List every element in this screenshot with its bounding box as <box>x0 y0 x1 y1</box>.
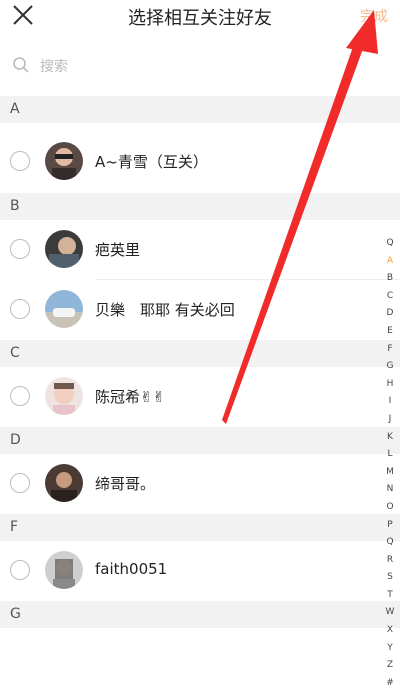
index-letter[interactable]: H <box>383 376 397 394</box>
page-title: 选择相互关注好友 <box>128 8 272 29</box>
contact-name: faith0051 <box>95 560 168 578</box>
list-item[interactable]: faith0051 <box>0 541 400 601</box>
avatar <box>45 377 83 415</box>
index-letter[interactable]: M <box>383 464 397 482</box>
select-radio[interactable] <box>10 386 30 406</box>
section-header-c: C <box>0 340 400 367</box>
index-letter[interactable]: G <box>383 358 397 376</box>
list-item[interactable]: 陈冠希✌✌ <box>0 367 400 427</box>
index-letter[interactable]: R <box>383 552 397 570</box>
section-header-d: D <box>0 427 400 454</box>
index-letter[interactable]: I <box>383 393 397 411</box>
select-radio[interactable] <box>10 560 30 580</box>
index-letter[interactable]: F <box>383 341 397 359</box>
search-icon <box>13 57 29 73</box>
index-letter[interactable]: P <box>383 517 397 535</box>
done-button[interactable]: 完成 <box>360 6 388 26</box>
select-radio[interactable] <box>10 151 30 171</box>
section-header-f: F <box>0 514 400 541</box>
search-input[interactable]: 搜索 <box>40 56 68 76</box>
index-letter[interactable]: Q <box>383 534 397 552</box>
section-header-a: A <box>0 96 400 123</box>
avatar <box>45 551 83 589</box>
section-header-b: B <box>0 193 400 220</box>
select-radio[interactable] <box>10 299 30 319</box>
index-letter[interactable]: X <box>383 622 397 640</box>
contact-name: 缔哥哥。 <box>95 475 156 493</box>
list-item[interactable]: 缔哥哥。 <box>0 454 400 514</box>
index-letter[interactable]: L <box>383 446 397 464</box>
index-letter[interactable]: B <box>383 270 397 288</box>
index-letter[interactable]: C <box>383 288 397 306</box>
index-letter[interactable]: N <box>383 481 397 499</box>
list-item[interactable]: 疤英里 <box>0 220 400 280</box>
avatar <box>45 230 83 268</box>
contact-name: 陈冠希✌✌ <box>95 388 166 406</box>
index-letter[interactable]: O <box>383 499 397 517</box>
index-letter[interactable]: S <box>383 569 397 587</box>
section-header-g: G <box>0 601 400 628</box>
index-letter[interactable]: Y <box>383 640 397 658</box>
index-letter[interactable]: W <box>383 604 397 622</box>
select-radio[interactable] <box>10 239 30 259</box>
avatar <box>45 142 83 180</box>
alphabet-index[interactable]: Q A B C D E F G H I J K L M N O P Q R S … <box>383 235 397 692</box>
list-item[interactable]: 贝樂 耶耶 有关必回 <box>0 280 400 340</box>
index-letter[interactable]: D <box>383 305 397 323</box>
contact-name: A~青雪（互关） <box>95 153 208 171</box>
index-letter[interactable]: J <box>383 411 397 429</box>
index-letter[interactable]: A <box>383 253 397 271</box>
index-letter[interactable]: Z <box>383 657 397 675</box>
select-radio[interactable] <box>10 473 30 493</box>
index-search-icon[interactable]: Q <box>383 235 397 253</box>
contact-name: 疤英里 <box>95 241 141 259</box>
index-letter[interactable]: T <box>383 587 397 605</box>
list-item[interactable]: A~青雪（互关） <box>0 132 400 192</box>
index-letter[interactable]: # <box>383 675 397 692</box>
index-letter[interactable]: K <box>383 429 397 447</box>
header: 选择相互关注好友 完成 <box>0 0 400 32</box>
index-letter[interactable]: E <box>383 323 397 341</box>
search-bar[interactable]: 搜索 <box>0 44 400 86</box>
contact-name: 贝樂 耶耶 有关必回 <box>95 301 235 319</box>
avatar <box>45 290 83 328</box>
avatar <box>45 464 83 502</box>
